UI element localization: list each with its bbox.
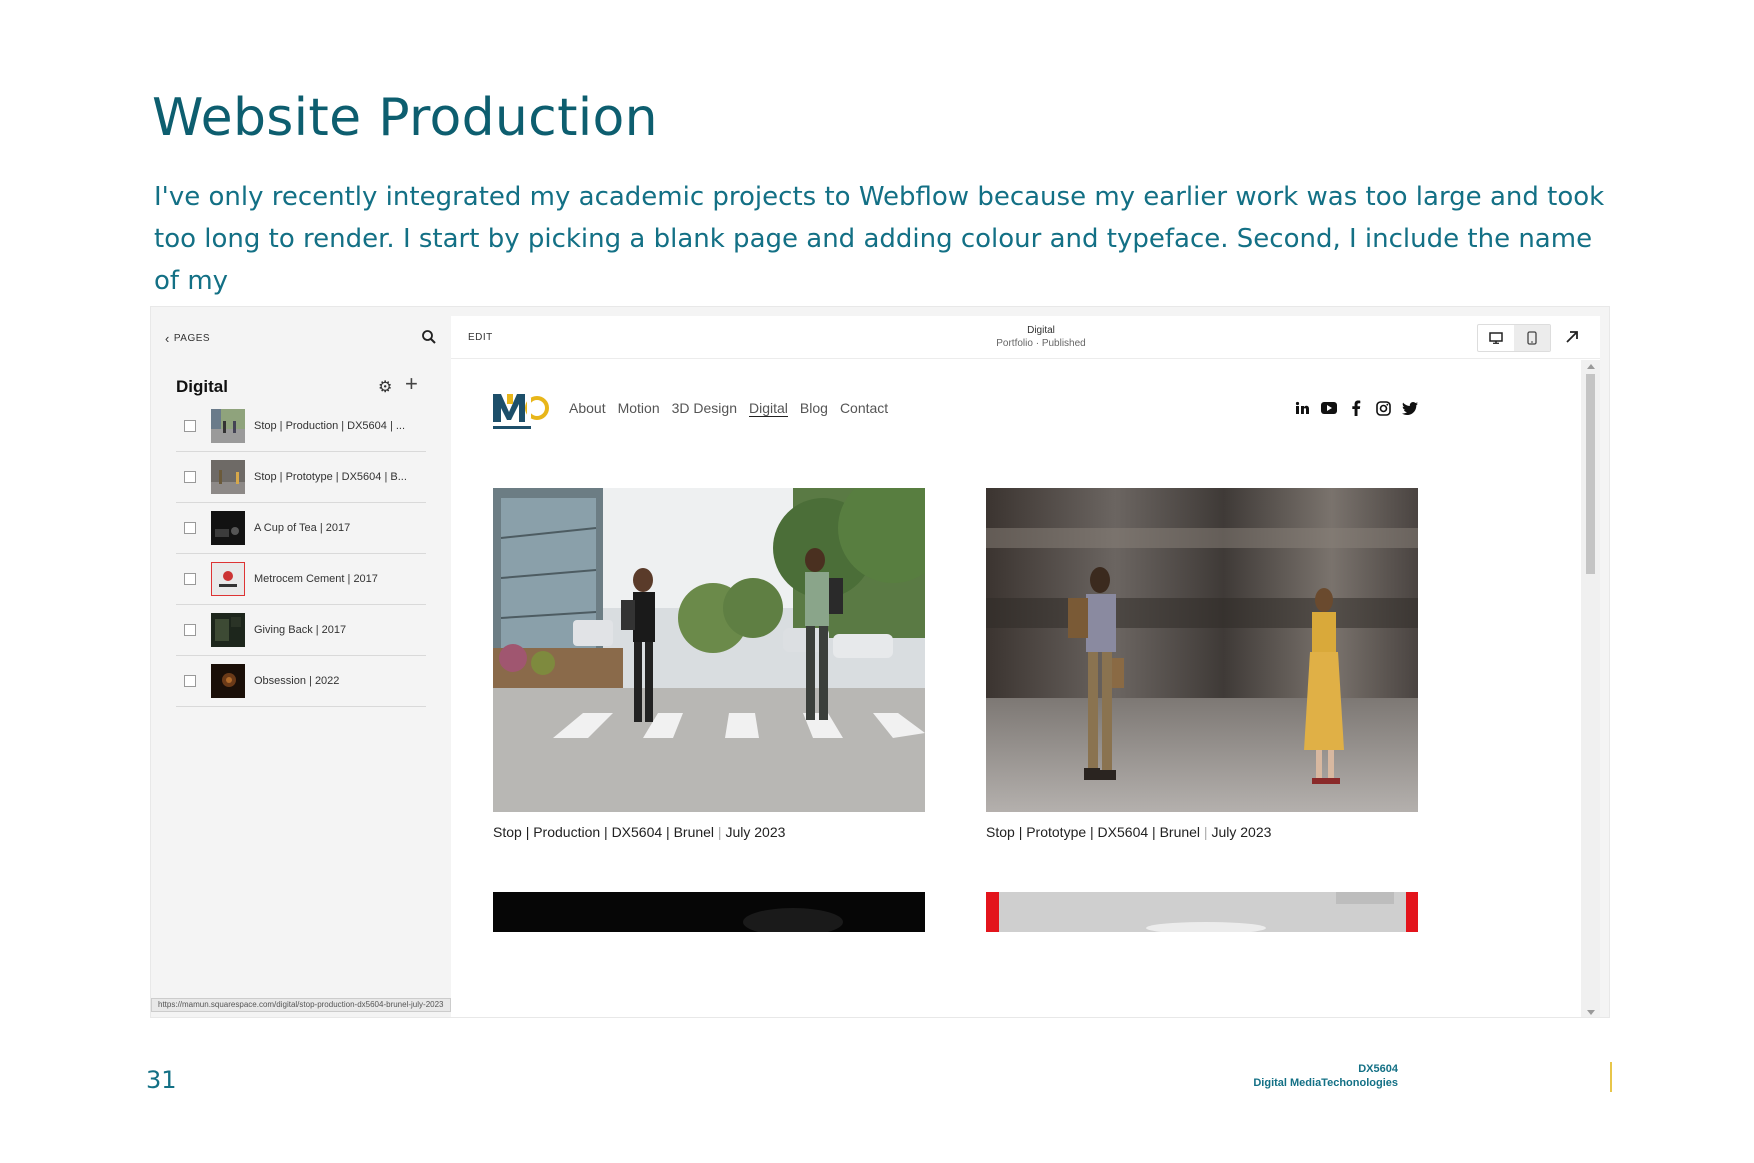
scrollbar-thumb[interactable] [1586, 374, 1595, 574]
desktop-icon [1489, 332, 1503, 344]
gear-icon[interactable]: ⚙ [378, 377, 392, 397]
page-label: Metrocem Cement | 2017 [254, 573, 378, 585]
nav-item-motion[interactable]: Motion [618, 400, 660, 417]
mobile-view-button[interactable] [1514, 325, 1550, 351]
squarespace-editor-screenshot: ‹ PAGES Digital ⚙ + Stop | Production | … [150, 306, 1610, 1018]
project-card-caption[interactable]: Stop | Prototype | DX5604 | Brunel | Jul… [986, 824, 1271, 840]
page-info-status: Portfolio · Published [996, 338, 1086, 349]
nav-item-blog[interactable]: Blog [800, 400, 828, 417]
device-toggle [1477, 324, 1551, 352]
scroll-up-arrow[interactable] [1587, 364, 1595, 369]
page-list-item[interactable]: Obsession | 2022 [176, 656, 426, 707]
cement-project-image [986, 892, 1418, 932]
nav-item-about[interactable]: About [569, 400, 606, 417]
page-checkbox[interactable] [184, 675, 196, 687]
site-nav: About Motion 3D Design Digital Blog Cont… [569, 400, 888, 417]
preview-scrollbar[interactable] [1581, 360, 1600, 1017]
page-thumbnail [211, 664, 245, 698]
edit-button[interactable]: EDIT [468, 332, 493, 343]
page-info-title: Digital [1027, 325, 1055, 336]
pages-back-link[interactable]: ‹ PAGES [165, 331, 210, 346]
page-label: Stop | Prototype | DX5604 | B... [254, 471, 407, 483]
linkedin-icon[interactable] [1294, 400, 1310, 416]
mobile-icon [1527, 331, 1537, 345]
card-separator: | [714, 824, 726, 840]
nav-item-contact[interactable]: Contact [840, 400, 888, 417]
page-checkbox[interactable] [184, 573, 196, 585]
social-links [1294, 400, 1418, 416]
search-icon[interactable] [421, 329, 437, 345]
status-bar-url: https://mamun.squarespace.com/digital/st… [151, 998, 451, 1012]
section-title: Digital [176, 377, 228, 396]
page-thumbnail [211, 613, 245, 647]
site-preview: EDIT Digital Portfolio · Published About… [451, 316, 1600, 1017]
card-date: July 2023 [1211, 824, 1272, 840]
page-list-item[interactable]: A Cup of Tea | 2017 [176, 503, 426, 554]
project-card-caption[interactable]: Stop | Production | DX5604 | Brunel | Ju… [493, 824, 785, 840]
course-info: DX5604 Digital MediaTechonologies [1253, 1062, 1398, 1090]
card-title: Stop | Prototype | DX5604 | Brunel [986, 824, 1201, 840]
project-card-image[interactable] [493, 892, 925, 932]
motion-blur-image [986, 488, 1418, 812]
preview-toolbar: EDIT Digital Portfolio · Published [451, 316, 1600, 359]
expand-icon[interactable] [1563, 328, 1581, 346]
page-label: A Cup of Tea | 2017 [254, 522, 351, 534]
dark-project-image [493, 892, 925, 932]
page-thumbnail [211, 511, 245, 545]
site-logo[interactable] [493, 390, 549, 434]
course-code: DX5604 [1358, 1063, 1398, 1075]
page-label: Giving Back | 2017 [254, 624, 347, 636]
page-list-item[interactable]: Stop | Production | DX5604 | ... [176, 401, 426, 452]
nav-item-digital[interactable]: Digital [749, 400, 788, 417]
page-info: Digital Portfolio · Published [931, 325, 1151, 349]
slide-title: Website Production [152, 88, 658, 148]
card-separator: | [1200, 824, 1212, 840]
page-label: Obsession | 2022 [254, 675, 340, 687]
page-list-item[interactable]: Stop | Prototype | DX5604 | B... [176, 452, 426, 503]
page-checkbox[interactable] [184, 624, 196, 636]
page-label: Stop | Production | DX5604 | ... [254, 420, 406, 432]
page-list-item[interactable]: Giving Back | 2017 [176, 605, 426, 656]
street-scene-image [493, 488, 925, 812]
youtube-icon[interactable] [1321, 400, 1337, 416]
page-checkbox[interactable] [184, 522, 196, 534]
slide-body-text: I've only recently integrated my academi… [154, 182, 1605, 296]
course-divider [1610, 1062, 1612, 1092]
desktop-view-button[interactable] [1478, 325, 1514, 351]
pages-back-label: PAGES [173, 333, 211, 344]
page-thumbnail [211, 460, 245, 494]
course-name: Digital MediaTechonologies [1253, 1077, 1398, 1089]
add-page-icon[interactable]: + [405, 371, 418, 397]
card-title: Stop | Production | DX5604 | Brunel [493, 824, 715, 840]
facebook-icon[interactable] [1348, 400, 1364, 416]
page-checkbox[interactable] [184, 420, 196, 432]
project-card-image[interactable] [986, 892, 1418, 932]
project-card-image[interactable] [493, 488, 925, 812]
card-date: July 2023 [725, 824, 786, 840]
page-checkbox[interactable] [184, 471, 196, 483]
project-card-image[interactable] [986, 488, 1418, 812]
page-thumbnail [211, 409, 245, 443]
page-list-item[interactable]: Metrocem Cement | 2017 [176, 554, 426, 605]
twitter-icon[interactable] [1402, 400, 1418, 416]
page-thumbnail [211, 562, 245, 596]
scroll-down-arrow[interactable] [1587, 1010, 1595, 1015]
page-list: Stop | Production | DX5604 | ... Stop | … [176, 401, 426, 707]
instagram-icon[interactable] [1375, 400, 1391, 416]
nav-item-3d-design[interactable]: 3D Design [672, 400, 737, 417]
chevron-left-icon: ‹ [165, 331, 170, 346]
page-number: 31 [146, 1066, 177, 1094]
